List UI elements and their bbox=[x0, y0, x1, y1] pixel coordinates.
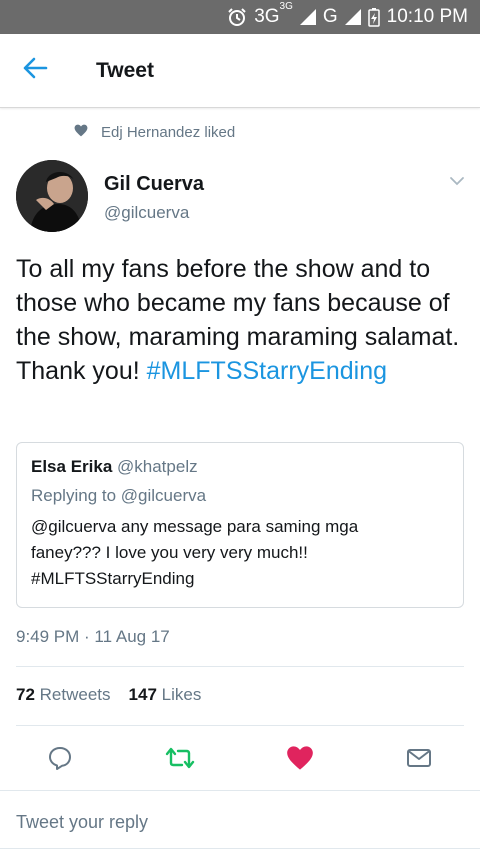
retweets-stat[interactable]: 72 Retweets bbox=[16, 685, 111, 705]
retweets-label: Retweets bbox=[39, 685, 111, 704]
network-type-3g: 3G3G bbox=[254, 0, 293, 27]
heart-icon bbox=[74, 124, 88, 141]
quoted-author-name: Elsa Erika bbox=[31, 457, 113, 476]
likes-stat[interactable]: 147 Likes bbox=[129, 685, 202, 705]
quoted-tweet[interactable]: Elsa Erika @khatpelz Replying to @gilcue… bbox=[16, 442, 464, 608]
author-handle[interactable]: @gilcuerva bbox=[104, 203, 189, 223]
quoted-body-line: faney??? I love you very very much!! bbox=[31, 543, 308, 562]
like-button[interactable] bbox=[278, 738, 322, 782]
heart-icon bbox=[286, 745, 314, 776]
retweets-count: 72 bbox=[16, 685, 35, 704]
app-bar: Tweet bbox=[0, 34, 480, 108]
clock-time: 10:10 PM bbox=[386, 6, 468, 27]
page-title: Tweet bbox=[96, 58, 154, 82]
likes-label: Likes bbox=[161, 685, 202, 704]
arrow-left-icon bbox=[22, 56, 48, 85]
quoted-replying-to: Replying to @gilcuerva bbox=[31, 486, 207, 505]
signal-icon-2 bbox=[344, 9, 361, 25]
retweet-icon bbox=[165, 746, 195, 775]
quoted-body-line: @gilcuerva any message para saming mga bbox=[31, 517, 359, 536]
battery-charging-icon bbox=[367, 7, 380, 27]
envelope-icon bbox=[406, 747, 432, 774]
avatar[interactable] bbox=[16, 160, 88, 232]
tweet-text: To all my fans before the show and to th… bbox=[16, 252, 472, 388]
reply-icon bbox=[47, 745, 73, 776]
direct-message-button[interactable] bbox=[397, 738, 441, 782]
back-button[interactable] bbox=[0, 34, 70, 108]
retweet-button[interactable] bbox=[158, 738, 202, 782]
social-context: Edj Hernandez liked bbox=[74, 124, 235, 141]
quoted-tweet-body: @gilcuerva any message para saming mga f… bbox=[31, 514, 449, 592]
tweet-timestamp: 9:49 PM · 11 Aug 17 bbox=[16, 627, 170, 646]
divider bbox=[16, 666, 464, 667]
divider bbox=[16, 725, 464, 726]
engagement-stats: 72 Retweets 147 Likes bbox=[16, 685, 201, 705]
status-bar: 3G3G G 10:10 PM bbox=[0, 0, 480, 34]
chevron-down-icon[interactable] bbox=[448, 172, 466, 190]
reply-button[interactable] bbox=[38, 738, 82, 782]
author-name[interactable]: Gil Cuerva bbox=[104, 173, 204, 196]
likes-count: 147 bbox=[128, 685, 157, 704]
tweet-actions bbox=[0, 738, 480, 782]
tweet-hashtag[interactable]: #MLFTSStarryEnding bbox=[147, 357, 387, 385]
quoted-author-handle: @khatpelz bbox=[117, 457, 198, 476]
social-context-text: Edj Hernandez liked bbox=[101, 124, 236, 141]
network-type-g: G bbox=[322, 6, 338, 27]
quoted-tweet-header: Elsa Erika @khatpelz bbox=[31, 457, 449, 477]
divider bbox=[0, 790, 480, 791]
alarm-icon bbox=[227, 7, 247, 27]
signal-icon bbox=[299, 9, 316, 25]
reply-input-underline bbox=[0, 848, 480, 849]
quoted-body-line: #MLFTSStarryEnding bbox=[31, 569, 195, 588]
reply-input[interactable]: Tweet your reply bbox=[16, 812, 148, 833]
